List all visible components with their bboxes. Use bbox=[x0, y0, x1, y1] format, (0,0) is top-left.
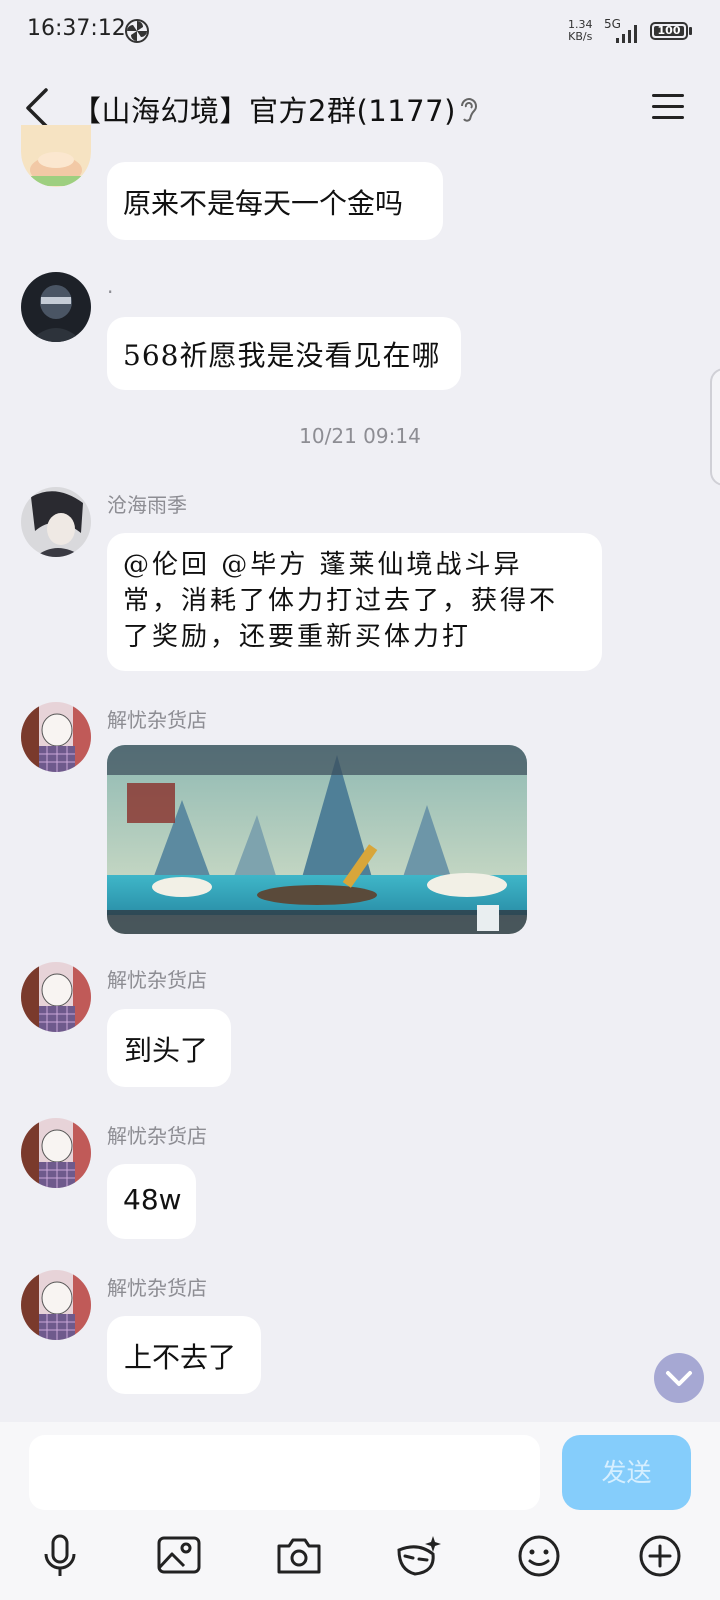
message-text: 568祈愿我是没看见在哪 bbox=[123, 339, 441, 372]
battery-icon: 100 bbox=[650, 22, 688, 40]
chat-header: 【山海幻境】官方2群(1177) bbox=[0, 64, 720, 152]
avatar[interactable] bbox=[21, 487, 91, 557]
signal-icon bbox=[616, 25, 637, 43]
microphone-icon[interactable] bbox=[35, 1532, 85, 1580]
sender-name: 沧海雨季 bbox=[107, 493, 187, 517]
network-speed: 1.34 KB/s bbox=[568, 19, 593, 43]
battery-nub bbox=[689, 27, 692, 35]
back-icon[interactable] bbox=[22, 86, 52, 130]
message-bubble[interactable]: @伦回 @毕方 蓬莱仙境战斗异 常，消耗了体力打过去了，获得不 了奖励，还要重新… bbox=[107, 533, 602, 671]
emoji-icon[interactable] bbox=[514, 1532, 564, 1580]
plus-icon[interactable] bbox=[635, 1532, 685, 1580]
sender-name: . bbox=[107, 274, 114, 298]
ear-icon bbox=[461, 98, 477, 122]
image-icon[interactable] bbox=[154, 1532, 204, 1580]
message-text-line: 了奖励，还要重新买体力打 bbox=[123, 622, 472, 652]
scroll-to-bottom-button[interactable] bbox=[654, 1353, 704, 1403]
avatar[interactable] bbox=[21, 702, 91, 772]
mask-icon[interactable] bbox=[393, 1532, 443, 1580]
message-text-line: 常，消耗了体力打过去了，获得不 bbox=[123, 586, 559, 616]
message-text: 到头了 bbox=[124, 1034, 209, 1067]
sender-name: 解忧杂货店 bbox=[107, 1124, 207, 1148]
avatar[interactable] bbox=[21, 962, 91, 1032]
pinwheel-icon bbox=[125, 19, 149, 43]
avatar[interactable] bbox=[21, 1118, 91, 1188]
input-bar: 发送 bbox=[0, 1422, 720, 1600]
chevron-down-icon bbox=[666, 1371, 692, 1386]
sender-name: 解忧杂货店 bbox=[107, 1276, 207, 1300]
message-text-line: @伦回 @毕方 蓬莱仙境战斗异 bbox=[123, 550, 523, 580]
group-title[interactable]: 【山海幻境】官方2群(1177) bbox=[72, 88, 456, 130]
battery-level: 100 bbox=[654, 25, 684, 36]
message-bubble[interactable]: 原来不是每天一个金吗 bbox=[107, 162, 443, 240]
message-bubble[interactable]: 48w bbox=[107, 1164, 196, 1239]
message-bubble[interactable]: 上不去了 bbox=[107, 1316, 261, 1394]
network-speed-unit: KB/s bbox=[568, 30, 593, 43]
avatar[interactable] bbox=[21, 1270, 91, 1340]
message-text: 48w bbox=[123, 1183, 182, 1216]
message-bubble[interactable]: 568祈愿我是没看见在哪 bbox=[107, 317, 461, 390]
message-timestamp: 10/21 09:14 bbox=[299, 424, 421, 448]
message-text: 原来不是每天一个金吗 bbox=[123, 187, 404, 220]
message-bubble[interactable]: 到头了 bbox=[107, 1009, 231, 1087]
avatar[interactable] bbox=[21, 272, 91, 342]
sender-name: 解忧杂货店 bbox=[107, 968, 207, 992]
message-input[interactable] bbox=[29, 1435, 540, 1510]
status-time: 16:37:12 bbox=[27, 16, 126, 41]
status-bar: 16:37:12 1.34 KB/s 5G 100 bbox=[0, 0, 720, 64]
game-screenshot-image[interactable] bbox=[107, 745, 527, 934]
message-text: 上不去了 bbox=[124, 1341, 237, 1374]
menu-icon[interactable] bbox=[650, 91, 686, 123]
send-button[interactable]: 发送 bbox=[562, 1435, 691, 1510]
camera-icon[interactable] bbox=[274, 1532, 324, 1580]
sender-name: 解忧杂货店 bbox=[107, 708, 207, 732]
